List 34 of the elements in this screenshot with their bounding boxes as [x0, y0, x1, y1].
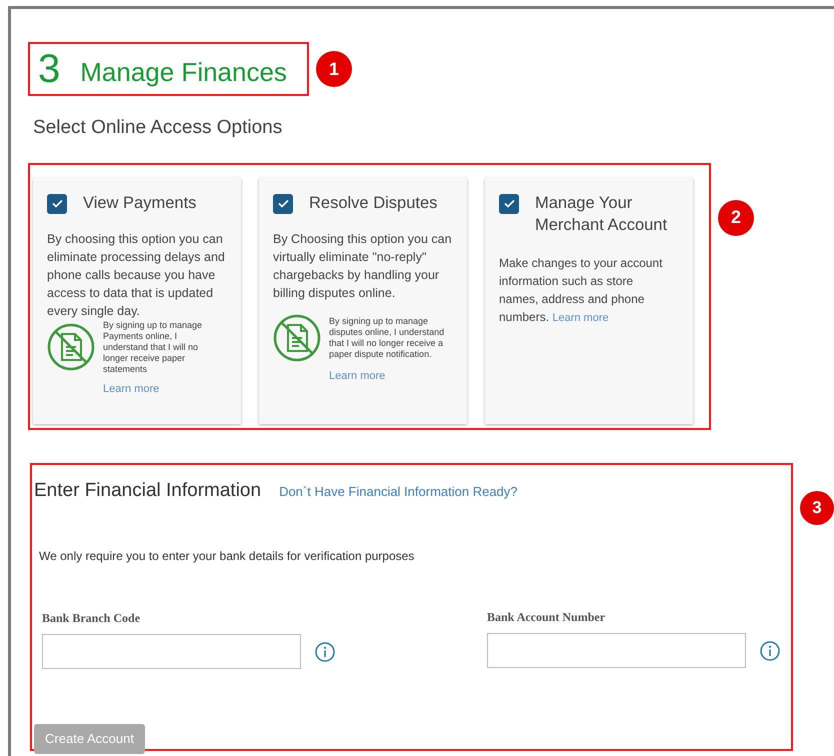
checkbox[interactable] — [499, 194, 519, 214]
intro-text: We only require you to enter your bank details for verification purposes — [39, 548, 416, 565]
text-field[interactable] — [42, 634, 301, 669]
info-icon[interactable] — [760, 640, 780, 660]
step-number: 3 — [38, 49, 60, 89]
field-label: Bank Branch Code — [42, 610, 142, 627]
learn-more-link[interactable]: Learn more — [103, 380, 160, 397]
no-paper-icon — [47, 323, 95, 371]
option-description: By Choosing this option you can virtually eliminate "no-reply" chargebacks by handling your billing disputes online. — [273, 230, 453, 302]
learn-more-link[interactable]: Learn more — [329, 368, 386, 384]
checkmark-icon — [52, 199, 62, 208]
option-description: By choosing this option you can eliminate processing delays and phone calls because you have access to data that is updated every single day. — [47, 230, 226, 320]
paper-notice: By signing up to manage disputes online, I understand that I will no longer receive a paper dispute notification. — [329, 316, 446, 360]
no-paper-icon — [273, 314, 321, 362]
learn-more-link[interactable]: Learn more — [552, 312, 609, 324]
option-title: View Payments — [83, 192, 196, 214]
text-field[interactable] — [487, 633, 746, 668]
paper-notice: By signing up to manage Payments online, I understand that I will no longer receive paper statements — [103, 320, 204, 374]
info-icon[interactable] — [315, 642, 335, 662]
option-title: Manage Your Merchant Account — [535, 192, 668, 236]
page-title: Manage Finances — [80, 59, 287, 85]
field-label: Bank Account Number — [487, 609, 606, 626]
checkmark-icon — [504, 199, 514, 208]
checkbox[interactable] — [47, 194, 67, 214]
annotation-badge: 3 — [800, 490, 834, 524]
checkmark-icon — [278, 199, 288, 208]
annotation-badge: 2 — [718, 200, 754, 236]
checkbox[interactable] — [273, 194, 293, 214]
section-title: Enter Financial Information — [34, 478, 262, 502]
option-description: Make changes to your account information such as store names, address and phone numbers. Learn more — [499, 254, 664, 326]
option-title: Resolve Disputes — [309, 192, 438, 214]
help-link[interactable]: Don`t Have Financial Information Ready? — [279, 482, 518, 501]
annotation-badge: 1 — [316, 51, 352, 87]
section-subtitle: Select Online Access Options — [33, 116, 284, 140]
